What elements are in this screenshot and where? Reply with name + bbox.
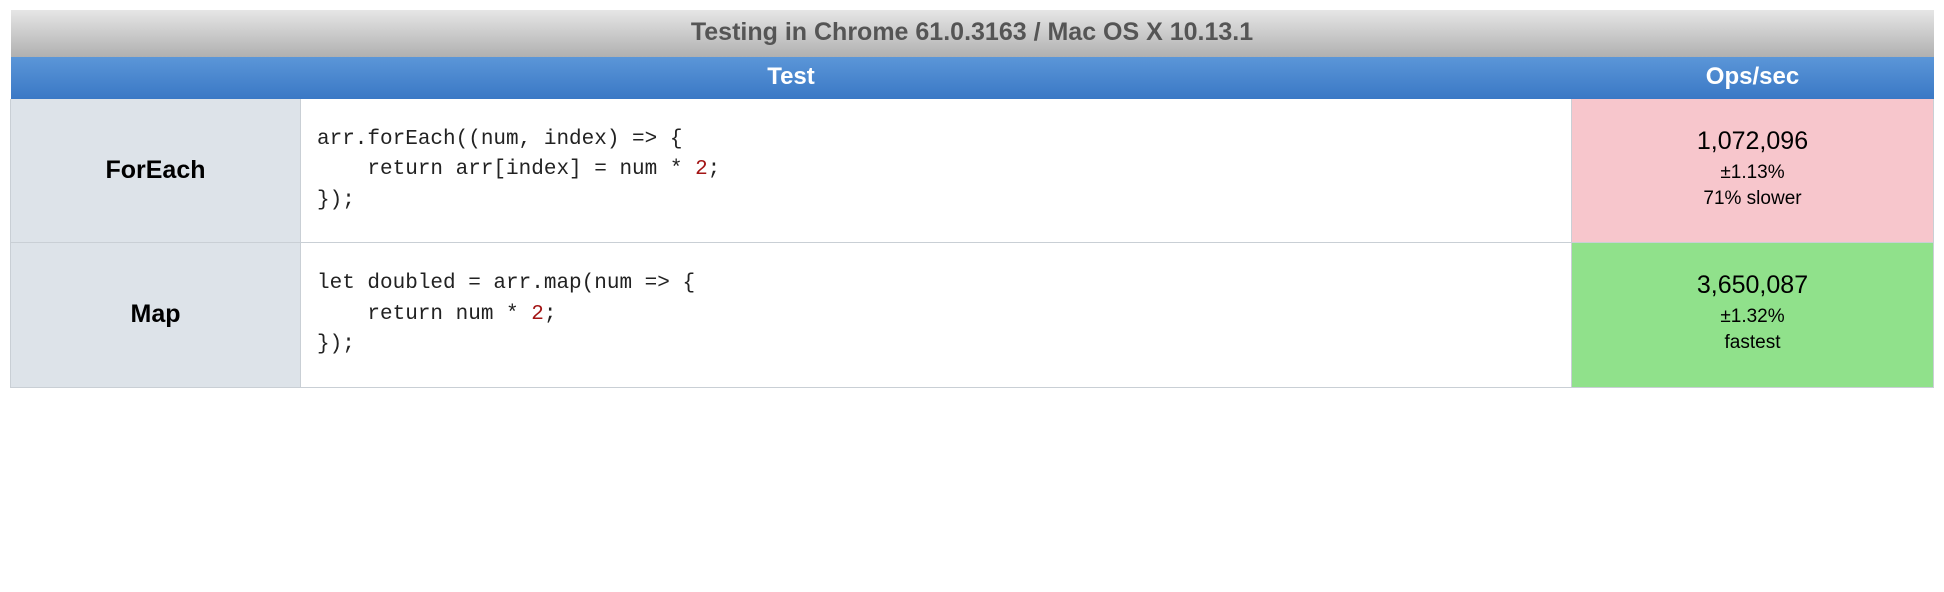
ops-margin: ±1.13% (1580, 162, 1925, 184)
ops-status: 71% slower (1580, 188, 1925, 210)
ops-value: 3,650,087 (1580, 271, 1925, 300)
table-row: Map let doubled = arr.map(num => { retur… (11, 243, 1934, 387)
test-code: arr.forEach((num, index) => { return arr… (301, 99, 1572, 243)
table-title: Testing in Chrome 61.0.3163 / Mac OS X 1… (11, 10, 1934, 57)
ops-status: fastest (1580, 332, 1925, 354)
column-header-test: Test (11, 57, 1572, 99)
test-code: let doubled = arr.map(num => { return nu… (301, 243, 1572, 387)
benchmark-table: Testing in Chrome 61.0.3163 / Mac OS X 1… (10, 10, 1934, 388)
ops-margin: ±1.32% (1580, 306, 1925, 328)
table-row: ForEach arr.forEach((num, index) => { re… (11, 99, 1934, 243)
test-name: ForEach (11, 99, 301, 243)
test-name: Map (11, 243, 301, 387)
ops-value: 1,072,096 (1580, 127, 1925, 156)
ops-result: 1,072,096 ±1.13% 71% slower (1571, 99, 1933, 243)
ops-result: 3,650,087 ±1.32% fastest (1571, 243, 1933, 387)
column-header-ops: Ops/sec (1571, 57, 1933, 99)
